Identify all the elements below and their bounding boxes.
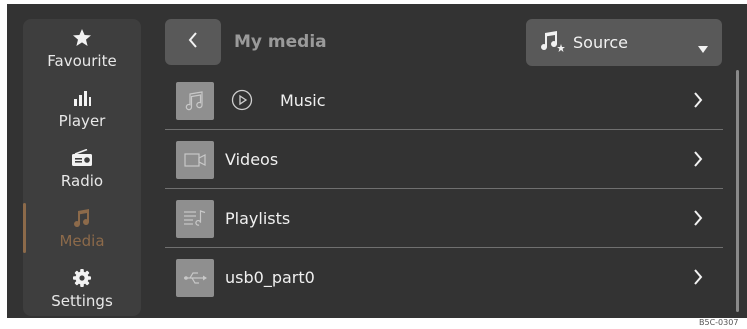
list-item-label: Videos	[225, 150, 279, 169]
list-item-videos[interactable]: Videos	[165, 131, 723, 189]
source-dropdown[interactable]: Source	[526, 19, 722, 66]
music-source-icon	[540, 30, 566, 58]
page-title: My media	[234, 32, 327, 52]
infotainment-screen: Favourite Player Radio Media Settings My…	[7, 4, 747, 318]
list-item-usb[interactable]: usb0_part0	[165, 249, 723, 307]
chevron-right-icon	[693, 209, 703, 231]
sidebar-item-label: Favourite	[47, 52, 117, 70]
source-label: Source	[573, 33, 628, 52]
sidebar-item-player[interactable]: Player	[23, 79, 141, 137]
sidebar-item-label: Media	[59, 232, 105, 250]
chevron-right-icon	[693, 150, 703, 172]
sidebar-item-settings[interactable]: Settings	[23, 259, 141, 317]
sidebar-item-media[interactable]: Media	[23, 199, 141, 257]
sidebar-item-label: Radio	[60, 172, 104, 190]
list-item-label: Music	[280, 91, 326, 110]
sidebar-item-label: Player	[58, 112, 106, 130]
music-thumbnail-icon	[176, 82, 214, 120]
list-item-music[interactable]: Music	[165, 72, 723, 130]
radio-icon	[71, 145, 93, 171]
sidebar-item-radio[interactable]: Radio	[23, 139, 141, 197]
sidebar-item-favourite[interactable]: Favourite	[23, 19, 141, 77]
list-item-label: Playlists	[225, 209, 291, 228]
list-item-playlists[interactable]: Playlists	[165, 190, 723, 248]
chevron-left-icon	[187, 31, 199, 53]
divider	[165, 247, 723, 248]
list-item-label: usb0_part0	[225, 268, 315, 287]
sidebar-item-label: Settings	[51, 292, 113, 310]
sidebar: Favourite Player Radio Media Settings	[23, 19, 141, 316]
play-circle-icon[interactable]	[231, 89, 253, 115]
video-thumbnail-icon	[176, 141, 214, 179]
back-button[interactable]	[165, 19, 221, 65]
chevron-right-icon	[693, 268, 703, 290]
music-note-icon	[72, 205, 92, 231]
divider	[165, 188, 723, 189]
gear-icon	[72, 265, 92, 291]
usb-thumbnail-icon	[176, 259, 214, 297]
figure-code: B5C-0307	[699, 318, 739, 327]
star-icon	[72, 25, 92, 51]
playlist-thumbnail-icon	[176, 200, 214, 238]
caret-down-icon	[698, 38, 708, 57]
chevron-right-icon	[693, 91, 703, 113]
scrollbar[interactable]	[736, 70, 739, 312]
divider	[165, 129, 723, 130]
equalizer-icon	[72, 85, 92, 111]
